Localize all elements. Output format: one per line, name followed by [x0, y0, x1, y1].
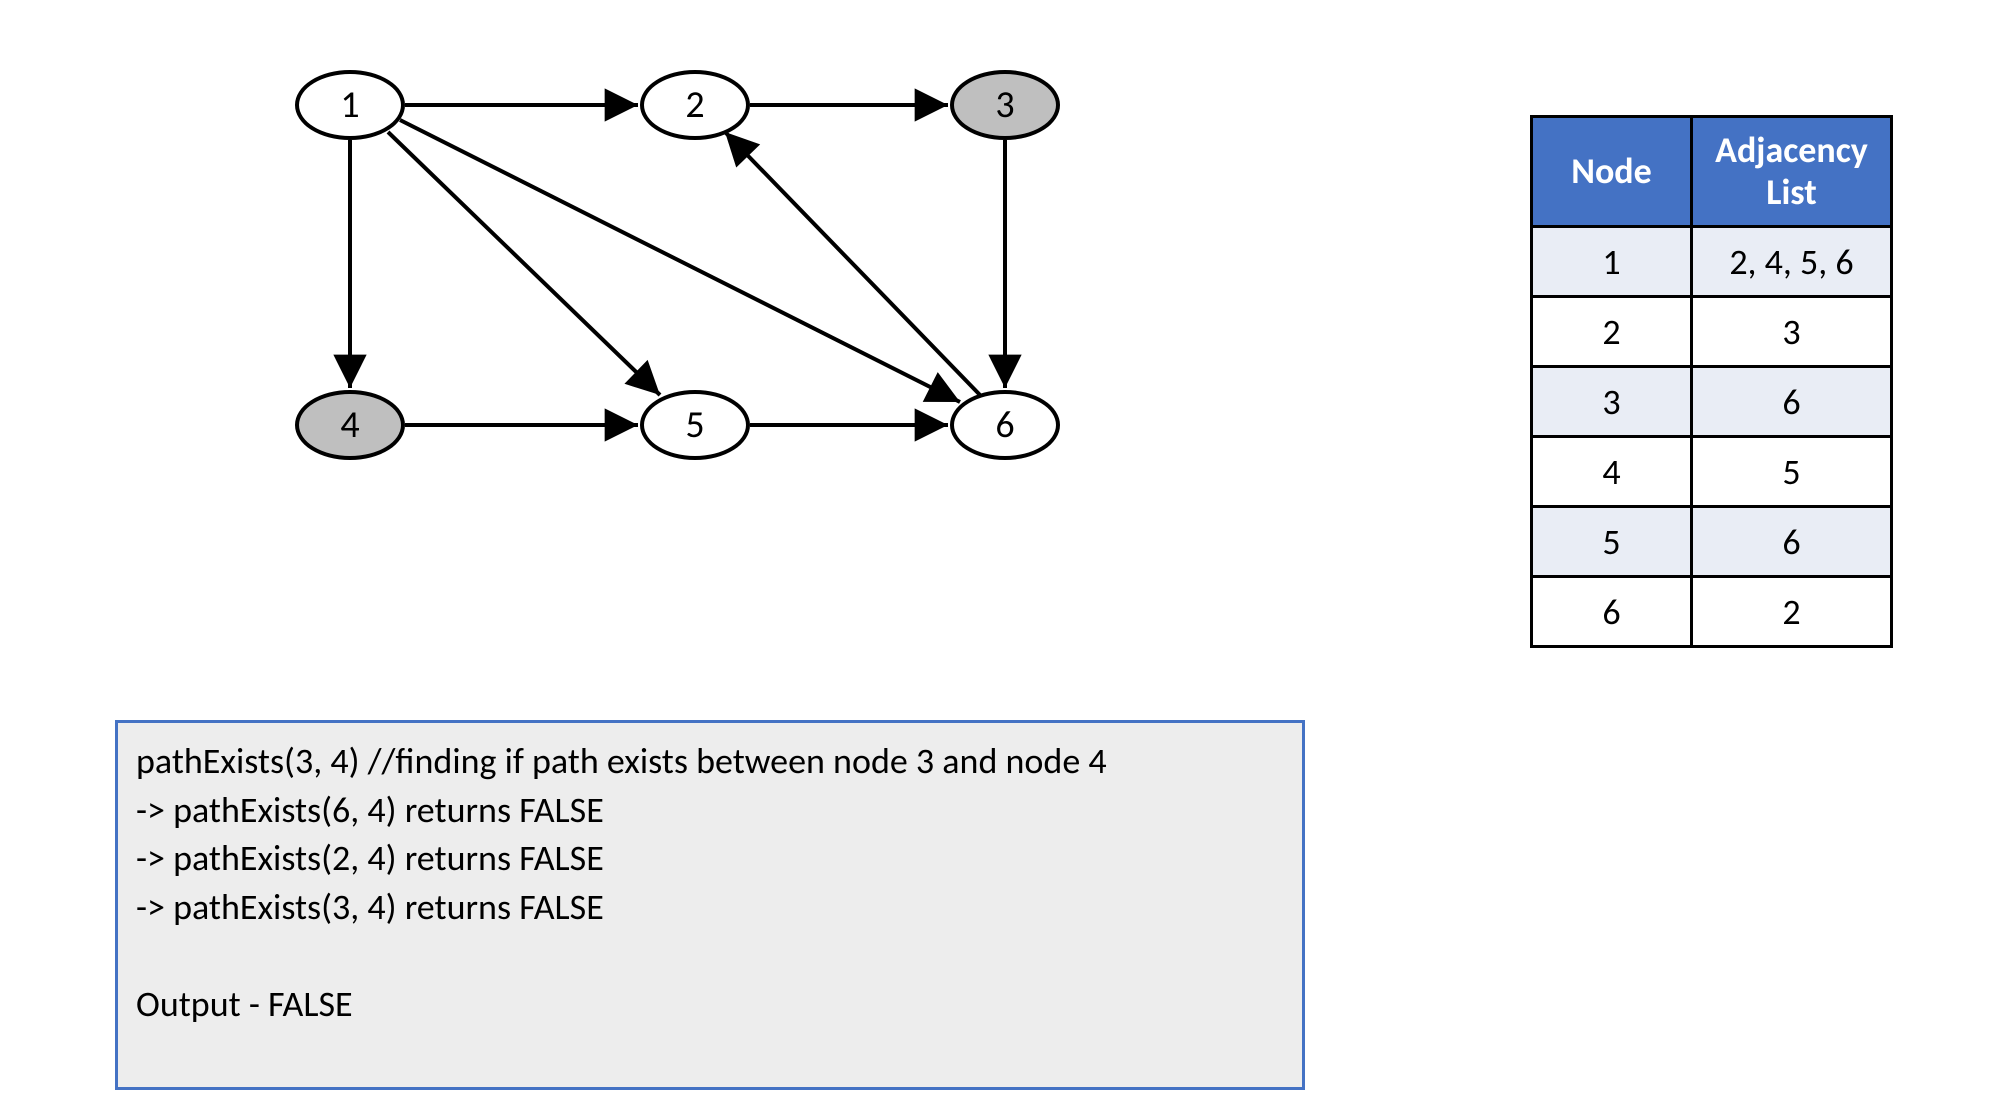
graph-node-3: 3	[950, 70, 1060, 140]
graph-node-1: 1	[295, 70, 405, 140]
graph-node-label: 4	[340, 402, 359, 448]
graph-node-6: 6	[950, 390, 1060, 460]
table-cell-node: 4	[1532, 437, 1692, 507]
graph-node-label: 3	[995, 82, 1014, 128]
table-row: 6 2	[1532, 577, 1892, 647]
graph-node-label: 5	[685, 402, 704, 448]
table-row: 2 3	[1532, 297, 1892, 367]
edge-1-6	[400, 120, 960, 402]
edge-1-5	[388, 132, 660, 395]
graph-node-label: 2	[685, 82, 704, 128]
table-cell-adj: 2, 4, 5, 6	[1692, 227, 1892, 297]
graph-node-label: 1	[340, 82, 359, 128]
table-cell-adj: 5	[1692, 437, 1892, 507]
table-header-adj-label: Adjacency List	[1715, 128, 1868, 213]
table-cell-node: 5	[1532, 507, 1692, 577]
algorithm-trace-box: pathExists(3, 4) //finding if path exist…	[115, 720, 1305, 1090]
graph-node-4: 4	[295, 390, 405, 460]
trace-output: Output - FALSE	[136, 980, 1284, 1029]
table-cell-node: 3	[1532, 367, 1692, 437]
directed-graph-diagram: 1 2 3 4 5 6	[280, 60, 1120, 520]
graph-node-5: 5	[640, 390, 750, 460]
table-cell-node: 6	[1532, 577, 1692, 647]
table-cell-node: 1	[1532, 227, 1692, 297]
adjacency-list-table: Node Adjacency List 1 2, 4, 5, 6 2 3 3 6…	[1530, 115, 1893, 648]
trace-line	[136, 931, 1284, 980]
table-header-node: Node	[1532, 117, 1692, 227]
table-row: 1 2, 4, 5, 6	[1532, 227, 1892, 297]
trace-line: -> pathExists(6, 4) returns FALSE	[136, 786, 1284, 835]
table-cell-adj: 6	[1692, 507, 1892, 577]
table-cell-adj: 6	[1692, 367, 1892, 437]
table-cell-node: 2	[1532, 297, 1692, 367]
edge-6-2	[725, 132, 980, 395]
trace-line: -> pathExists(2, 4) returns FALSE	[136, 834, 1284, 883]
table-row: 4 5	[1532, 437, 1892, 507]
table-cell-adj: 3	[1692, 297, 1892, 367]
table-cell-adj: 2	[1692, 577, 1892, 647]
graph-node-label: 6	[995, 402, 1014, 448]
table-row: 3 6	[1532, 367, 1892, 437]
trace-line: pathExists(3, 4) //finding if path exist…	[136, 737, 1284, 786]
table-header-adj: Adjacency List	[1692, 117, 1892, 227]
graph-node-2: 2	[640, 70, 750, 140]
table-row: 5 6	[1532, 507, 1892, 577]
trace-line: -> pathExists(3, 4) returns FALSE	[136, 883, 1284, 932]
